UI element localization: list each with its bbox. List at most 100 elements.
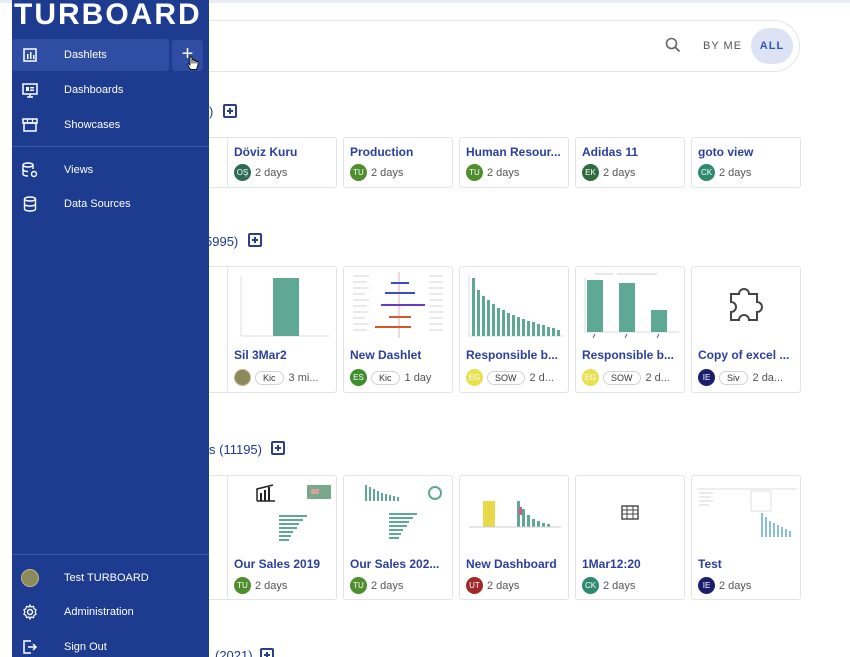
card-meta: TU 2 days bbox=[234, 577, 287, 594]
card-time: 2 days bbox=[603, 579, 636, 592]
dashlet-thumbnail bbox=[577, 268, 683, 340]
card-time: 2 days bbox=[719, 166, 752, 179]
card-time: 2 days bbox=[255, 579, 288, 592]
card-tag: Siv bbox=[719, 370, 748, 385]
card-title: Production bbox=[350, 145, 414, 159]
page: BY ME ALL ) 5995) s (11195) (2021) Döviz… bbox=[0, 0, 850, 657]
view-card[interactable]: Production TU 2 days bbox=[343, 137, 453, 188]
section-header-dashboards: s (11195) bbox=[209, 442, 262, 457]
card-meta: TU 2 days bbox=[466, 164, 519, 181]
sidebar-divider bbox=[12, 146, 209, 147]
card-title: New Dashlet bbox=[350, 348, 422, 362]
dashlet-card[interactable]: Copy of excel ... IE Siv 2 da... bbox=[691, 266, 801, 393]
sidebar-item-label: Data Sources bbox=[64, 198, 131, 210]
dashlet-thumbnail bbox=[461, 268, 567, 340]
view-card[interactable]: Adidas 11 EK 2 days bbox=[575, 137, 685, 188]
add-showcase-icon[interactable] bbox=[260, 648, 274, 657]
user-badge: TU bbox=[350, 577, 367, 594]
section-header-dashlets-recent: ) bbox=[209, 104, 214, 119]
dashboard-card[interactable]: Our Sales 2019 TU 2 days bbox=[227, 475, 337, 600]
dashlet-card[interactable]: Sil 3Mar2 Kic 3 mi... bbox=[227, 266, 337, 393]
puzzle-icon bbox=[693, 268, 799, 340]
user-badge: CK bbox=[582, 577, 599, 594]
card-time: 2 days bbox=[719, 579, 752, 592]
sidebar-item-data-sources[interactable]: Data Sources bbox=[12, 188, 209, 220]
user-badge: OŞ bbox=[234, 164, 251, 181]
dashboard-thumbnail bbox=[461, 477, 567, 549]
sidebar-item-label: Views bbox=[64, 164, 94, 176]
user-badge: UT bbox=[466, 577, 483, 594]
all-filter[interactable]: ALL bbox=[751, 28, 793, 64]
sidebar-item-label: Dashlets bbox=[64, 49, 107, 61]
table-icon bbox=[577, 477, 683, 549]
card-time: 2 days bbox=[371, 166, 404, 179]
card-time: 2 days bbox=[255, 166, 288, 179]
dashlet-thumbnail bbox=[229, 268, 335, 340]
database-gear-icon bbox=[21, 162, 39, 178]
card-meta: UT 2 days bbox=[466, 577, 519, 594]
sidebar-item-label: Test TURBOARD bbox=[64, 572, 149, 584]
dashboard-card[interactable]: New Dashboard UT 2 days bbox=[459, 475, 569, 600]
sidebar-item-profile[interactable]: Test TURBOARD bbox=[12, 562, 209, 594]
user-badge: TU bbox=[234, 577, 251, 594]
card-tag: SOW bbox=[603, 370, 641, 385]
user-badge: CK bbox=[698, 164, 715, 181]
by-me-filter[interactable]: BY ME bbox=[703, 40, 742, 52]
sidebar-item-dashboards[interactable]: Dashboards bbox=[12, 74, 209, 106]
dashlet-card[interactable]: Responsible b... EG SOW 2 d... bbox=[459, 266, 569, 393]
user-badge: EG bbox=[466, 369, 483, 386]
sidebar-item-label: Sign Out bbox=[64, 641, 107, 653]
database-icon bbox=[21, 196, 39, 212]
card-title: Our Sales 2019 bbox=[234, 557, 321, 571]
card-time: 2 days bbox=[487, 579, 520, 592]
dashboard-thumbnail bbox=[693, 477, 799, 549]
card-title: Adidas 11 bbox=[582, 145, 639, 159]
card-meta: TU 2 days bbox=[350, 577, 403, 594]
hand-cursor-icon bbox=[186, 56, 199, 77]
sidebar-item-sign-out[interactable]: Sign Out bbox=[12, 631, 209, 657]
card-tag: SOW bbox=[487, 370, 525, 385]
card-time: 2 days bbox=[487, 166, 520, 179]
card-title: Responsible b... bbox=[466, 348, 559, 362]
add-dashlet-icon[interactable] bbox=[248, 233, 262, 247]
sidebar-item-label: Dashboards bbox=[64, 84, 124, 96]
card-time: 3 mi... bbox=[288, 371, 319, 384]
card-time: 2 days bbox=[603, 166, 636, 179]
monitor-icon bbox=[21, 82, 39, 98]
avatar bbox=[234, 369, 251, 386]
sign-out-icon bbox=[21, 639, 39, 655]
avatar bbox=[21, 569, 39, 587]
card-meta: Kic 3 mi... bbox=[234, 369, 318, 386]
dashboard-card[interactable]: Our Sales 202... TU 2 days bbox=[343, 475, 453, 600]
card-title: 1Mar12:20 bbox=[582, 557, 641, 571]
card-meta: OŞ 2 days bbox=[234, 164, 287, 181]
sidebar-item-showcases[interactable]: Showcases bbox=[12, 109, 209, 141]
dashboard-card[interactable]: Test IE 2 days bbox=[691, 475, 801, 600]
chart-icon bbox=[21, 47, 39, 63]
view-card[interactable]: Human Resour... TU 2 days bbox=[459, 137, 569, 188]
view-card[interactable]: goto view CK 2 days bbox=[691, 137, 801, 188]
card-title: Responsible b... bbox=[582, 348, 675, 362]
section-header-showcases: (2021) bbox=[215, 648, 253, 657]
sidebar-item-views[interactable]: Views bbox=[12, 154, 209, 186]
user-badge: IE bbox=[698, 577, 715, 594]
card-meta: ES Kic 1 day bbox=[350, 369, 431, 386]
dashboard-card[interactable]: 1Mar12:20 CK 2 days bbox=[575, 475, 685, 600]
card-time: 2 da... bbox=[752, 371, 784, 384]
card-title: Döviz Kuru bbox=[234, 145, 298, 159]
add-dashboard-icon[interactable] bbox=[271, 441, 285, 455]
card-time: 1 day bbox=[404, 371, 432, 384]
card-meta: IE Siv 2 da... bbox=[698, 369, 783, 386]
sidebar: TURBOARD Dashlets + Dashboards Showcases bbox=[12, 0, 209, 657]
card-title: Human Resour... bbox=[466, 145, 561, 159]
search-icon[interactable] bbox=[665, 37, 681, 58]
view-card[interactable]: Döviz Kuru OŞ 2 days bbox=[227, 137, 337, 188]
dashlet-card[interactable]: Responsible b... EG SOW 2 d... bbox=[575, 266, 685, 393]
add-section-item-icon[interactable] bbox=[223, 104, 237, 118]
sidebar-item-label: Showcases bbox=[64, 119, 121, 131]
sidebar-item-administration[interactable]: Administration bbox=[12, 596, 209, 628]
card-title: Copy of excel ... bbox=[698, 348, 790, 362]
dashlet-card[interactable]: New Dashlet ES Kic 1 day bbox=[343, 266, 453, 393]
card-tag: Kic bbox=[371, 370, 400, 385]
sidebar-item-label: Administration bbox=[64, 606, 134, 618]
